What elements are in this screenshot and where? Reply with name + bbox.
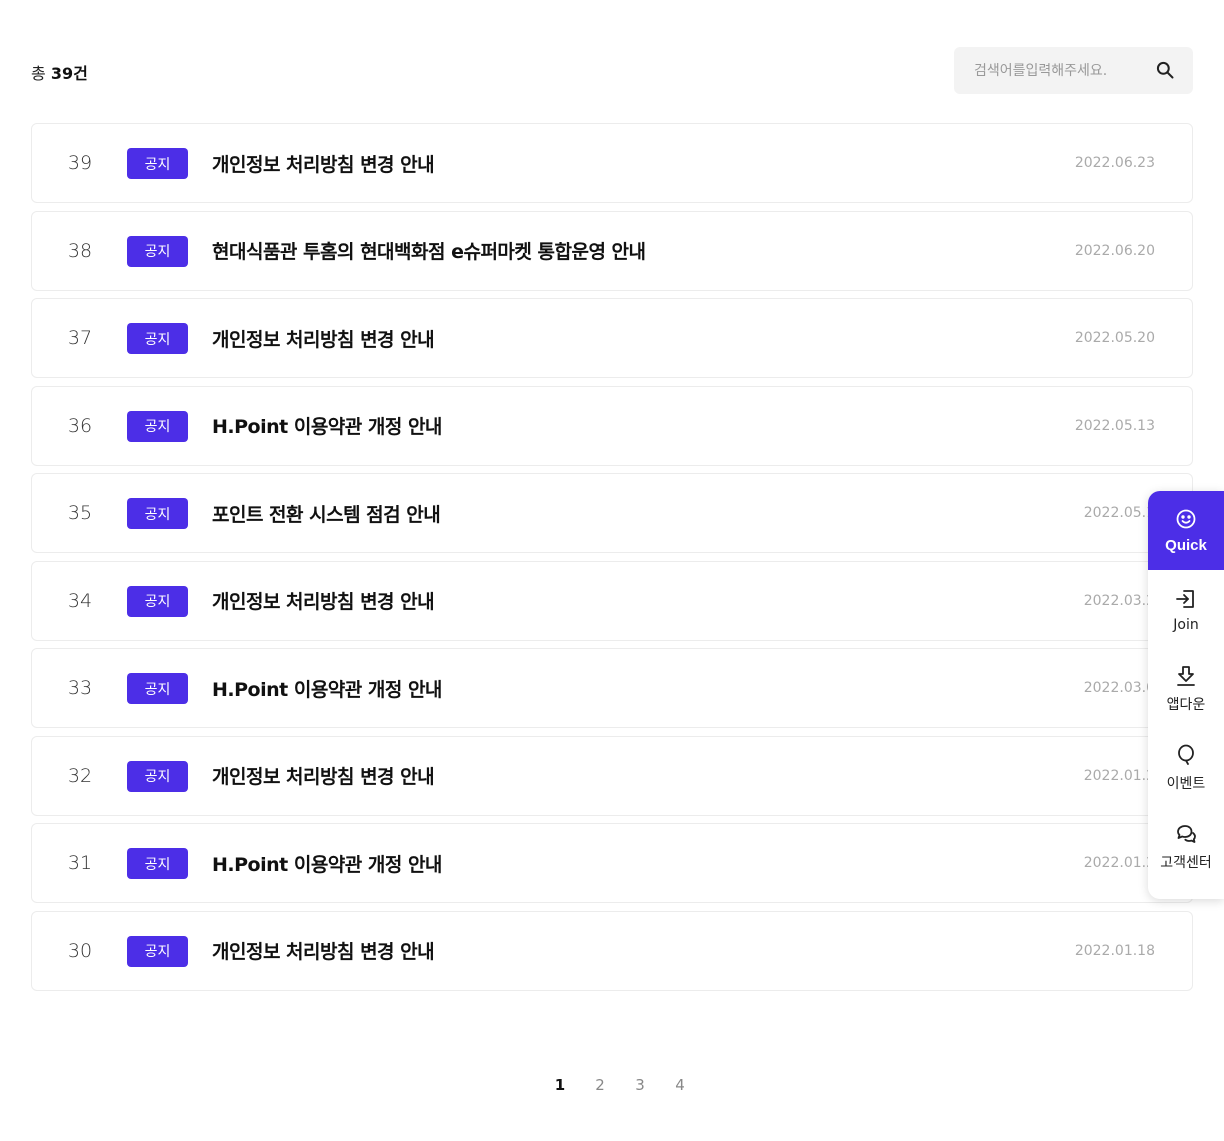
notice-date: 2022.05.1 [1083,505,1155,521]
balloon-icon [1178,744,1194,765]
notice-title[interactable]: 현대식품관 투홈의 현대백화점 e슈퍼마켓 통합운영 안내 [212,237,646,264]
notice-list: 39 공지 개인정보 처리방침 변경 안내 2022.06.23 38 공지 현… [31,123,1193,998]
notice-title[interactable]: 개인정보 처리방침 변경 안내 [212,762,435,789]
notice-row[interactable]: 36 공지 H.Point 이용약관 개정 안내 2022.05.13 [31,385,1193,466]
quick-customer-center[interactable]: 고객센터 [1148,807,1224,886]
notice-row[interactable]: 38 공지 현대식품관 투홈의 현대백화점 e슈퍼마켓 통합운영 안내 2022… [31,210,1193,291]
page-link-2[interactable]: 2 [580,1076,620,1094]
notice-number: 32 [67,764,93,787]
total-number: 39건 [50,64,88,83]
notice-date: 2022.06.23 [1074,155,1155,171]
notice-row[interactable]: 37 공지 개인정보 처리방침 변경 안내 2022.05.20 [31,298,1193,378]
quick-join-label: Join [1173,616,1199,633]
search-box [954,47,1193,94]
chat-icon [1177,824,1196,843]
notice-row[interactable]: 34 공지 개인정보 처리방침 변경 안내 2022.03.2 [31,560,1193,641]
quick-menu-label: Quick [1165,537,1207,554]
notice-date: 2022.01.18 [1074,942,1155,959]
notice-title[interactable]: H.Point 이용약관 개정 안내 [212,850,442,877]
notice-badge: 공지 [127,498,188,529]
notice-badge: 공지 [127,410,188,442]
notice-badge: 공지 [127,848,188,879]
notice-row[interactable]: 33 공지 H.Point 이용약관 개정 안내 2022.03.0 [31,648,1193,728]
notice-row[interactable]: 32 공지 개인정보 처리방침 변경 안내 2022.01.2 [31,735,1193,816]
notice-badge: 공지 [127,148,188,179]
download-icon [1177,665,1195,686]
notice-badge: 공지 [127,760,188,792]
quick-join[interactable]: Join [1148,570,1224,649]
notice-title[interactable]: 개인정보 처리방침 변경 안내 [212,587,435,614]
notice-row[interactable]: 39 공지 개인정보 처리방침 변경 안내 2022.06.23 [31,123,1193,203]
notice-number: 34 [67,589,93,612]
notice-title[interactable]: H.Point 이용약관 개정 안내 [212,412,442,439]
total-prefix: 총 [31,64,46,83]
notice-number: 38 [67,239,93,262]
notice-date: 2022.03.2 [1083,592,1155,609]
notice-badge: 공지 [127,585,188,617]
notice-row[interactable]: 31 공지 H.Point 이용약관 개정 안내 2022.01.2 [31,823,1193,903]
search-input[interactable] [954,47,1139,94]
notice-date: 2022.05.13 [1074,417,1155,434]
quick-app-download-label: 앱다운 [1166,696,1206,713]
notice-badge: 공지 [127,673,188,704]
notice-row[interactable]: 30 공지 개인정보 처리방침 변경 안내 2022.01.18 [31,910,1193,991]
page-link-4[interactable]: 4 [660,1076,700,1094]
notice-number: 39 [67,152,93,174]
notice-title[interactable]: 포인트 전환 시스템 점검 안내 [212,500,441,527]
notice-number: 37 [67,327,93,349]
notice-number: 30 [67,939,93,962]
login-icon [1176,589,1194,608]
notice-number: 33 [67,677,93,699]
notice-badge: 공지 [127,323,188,354]
notice-date: 2022.01.2 [1083,767,1155,784]
total-count: 총 39건 [31,60,88,84]
notice-row[interactable]: 35 공지 포인트 전환 시스템 점검 안내 2022.05.1 [31,473,1193,553]
notice-title[interactable]: 개인정보 처리방침 변경 안내 [212,937,435,964]
notice-title[interactable]: 개인정보 처리방침 변경 안내 [212,150,435,177]
quick-menu-toggle[interactable]: Quick [1148,491,1224,570]
quick-app-download[interactable]: 앱다운 [1148,649,1224,728]
notice-badge: 공지 [127,235,188,267]
page-link-1[interactable]: 1 [540,1076,580,1094]
notice-title[interactable]: H.Point 이용약관 개정 안내 [212,675,442,702]
notice-date: 2022.03.0 [1083,680,1155,696]
notice-number: 36 [67,414,93,437]
quick-menu: Quick Join 앱다운 이벤트 고객센터 [1148,491,1224,899]
notice-date: 2022.05.20 [1074,330,1155,346]
quick-event[interactable]: 이벤트 [1148,728,1224,807]
notice-number: 31 [67,852,93,874]
pagination: 1 2 3 4 [540,1076,700,1094]
page-link-3[interactable]: 3 [620,1076,660,1094]
quick-event-label: 이벤트 [1166,775,1206,792]
notice-badge: 공지 [127,935,188,967]
search-icon[interactable] [1155,60,1175,80]
notice-number: 35 [67,502,93,524]
notice-title[interactable]: 개인정보 처리방침 변경 안내 [212,325,435,352]
quick-customer-center-label: 고객센터 [1160,854,1212,871]
notice-date: 2022.06.20 [1074,242,1155,259]
smile-icon [1176,509,1196,529]
notice-date: 2022.01.2 [1083,855,1155,871]
